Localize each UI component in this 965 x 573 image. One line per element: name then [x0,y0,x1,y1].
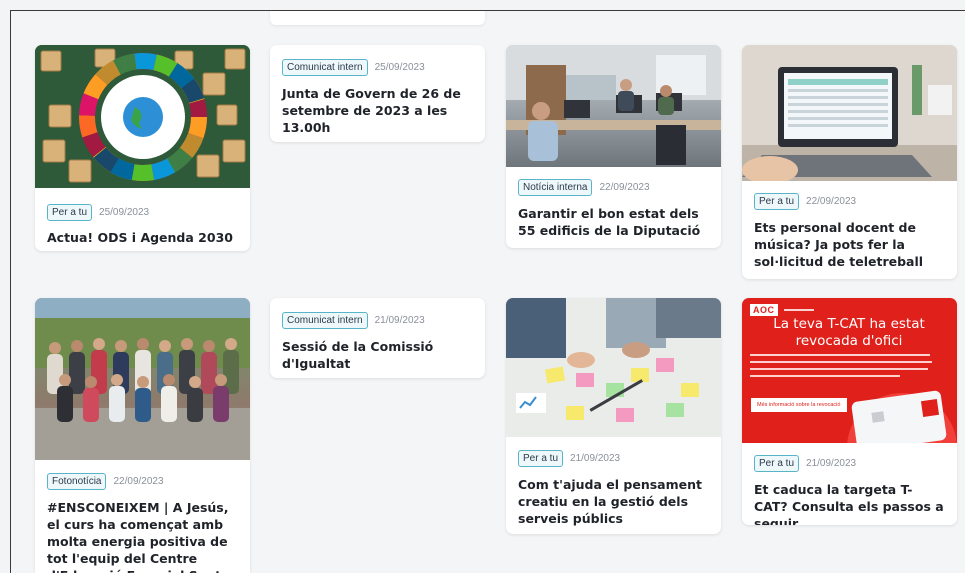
banner-headline: La teva T-CAT ha estat revocada d'ofici [773,316,925,349]
card-title[interactable]: Garantir el bon estat dels 55 edificis d… [506,205,721,239]
publish-date: 25/09/2023 [374,62,425,73]
laptop-photo [742,45,957,181]
publish-date: 25/09/2023 [99,207,150,218]
category-badge: Notícia interna [518,179,593,196]
news-card[interactable]: Per a tu 21/09/2023 Com t'ajuda el pensa… [506,298,721,534]
group-photo [35,298,250,460]
category-badge: Comunicat intern [282,312,368,329]
card-title[interactable]: Ets personal docent de música? Ja pots f… [742,219,957,270]
news-card[interactable]: Per a tu 22/09/2023 Ets personal docent … [742,45,957,279]
category-badge: Per a tu [754,455,800,472]
previous-card-edge [270,11,485,25]
news-card[interactable]: Per a tu 25/09/2023 Actua! ODS i Agenda … [35,45,250,251]
tcat-revocation-banner: AOC La teva T-CAT ha estat revocada d'of… [742,298,957,443]
publish-date: 21/09/2023 [374,315,425,326]
sticky-notes-photo [506,298,721,437]
sdg-wheel-image [35,45,250,188]
office-photo [506,45,721,167]
aoc-logo: AOC [750,304,778,316]
publish-date: 21/09/2023 [806,458,857,469]
publish-date: 22/09/2023 [806,196,857,207]
publish-date: 22/09/2023 [599,182,650,193]
card-title[interactable]: Com t'ajuda el pensament creatiu en la g… [506,476,721,527]
category-badge: Comunicat intern [282,59,368,76]
publish-date: 22/09/2023 [113,476,164,487]
news-card[interactable]: Comunicat intern 25/09/2023 Junta de Gov… [270,45,485,142]
category-badge: Fotonotícia [47,473,107,490]
news-grid: Per a tu 25/09/2023 Actua! ODS i Agenda … [10,10,965,573]
card-title[interactable]: Sessió de la Comissió d'Igualtat [270,338,485,372]
category-badge: Per a tu [518,450,564,467]
card-title[interactable]: Actua! ODS i Agenda 2030 [35,229,250,246]
card-title[interactable]: Et caduca la targeta T-CAT? Consulta els… [742,481,957,525]
publish-date: 21/09/2023 [570,453,621,464]
category-badge: Per a tu [754,193,800,210]
news-card[interactable]: Fotonotícia 22/09/2023 #ENSCONEIXEM | A … [35,298,250,573]
news-card[interactable]: Notícia interna 22/09/2023 Garantir el b… [506,45,721,248]
news-card[interactable]: AOC La teva T-CAT ha estat revocada d'of… [742,298,957,525]
category-badge: Per a tu [47,204,93,221]
card-title[interactable]: Junta de Govern de 26 de setembre de 202… [270,85,485,136]
card-title[interactable]: #ENSCONEIXEM | A Jesús, el curs ha comen… [35,499,250,573]
news-card[interactable]: Comunicat intern 21/09/2023 Sessió de la… [270,298,485,378]
